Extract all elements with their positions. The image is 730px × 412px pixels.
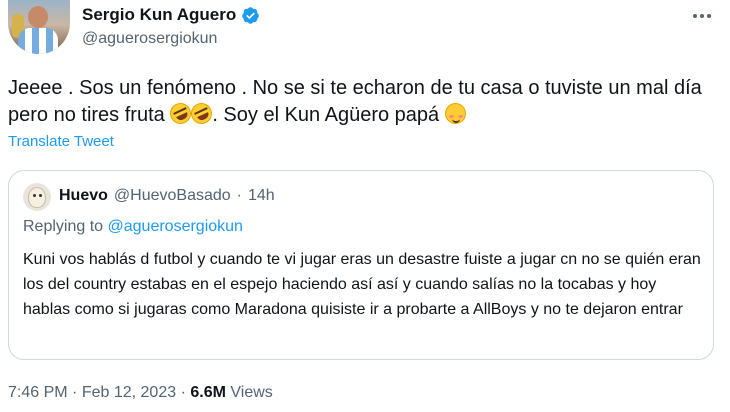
views-label: Views	[230, 384, 273, 401]
quoted-handle[interactable]: @HuevoBasado	[114, 187, 231, 205]
quoted-header: Huevo @HuevoBasado · 14h	[59, 187, 275, 205]
quoted-tweet-card[interactable]: Huevo @HuevoBasado · 14h Replying to @ag…	[8, 170, 714, 360]
tweet-text-part2: . Soy el Kun Agüero papá	[212, 104, 445, 126]
more-options-icon[interactable]	[688, 6, 716, 26]
tweet-footer: 7:46 PM · Feb 12, 2023 · 6.6M Views	[8, 384, 273, 402]
quoted-author-avatar[interactable]	[23, 183, 51, 211]
tweet-date[interactable]: Feb 12, 2023	[82, 384, 176, 401]
avatar-eye	[39, 194, 42, 197]
tweet-time[interactable]: 7:46 PM	[8, 384, 68, 401]
replying-to-line: Replying to @aguerosergiokun	[23, 218, 243, 236]
smiling-blush-emoji-icon	[444, 103, 466, 124]
egg-avatar-icon	[28, 187, 46, 208]
translate-tweet-link[interactable]: Translate Tweet	[8, 133, 114, 150]
tweet-header: Sergio Kun Aguero @aguerosergiokun	[6, 0, 724, 62]
avatar-shirt	[18, 28, 58, 54]
quoted-tweet-text: Kuni vos hablás d futbol y cuando te vi …	[23, 251, 701, 318]
author-handle[interactable]: @aguerosergiokun	[82, 30, 217, 48]
author-avatar[interactable]	[8, 0, 70, 54]
replying-mention-link[interactable]: @aguerosergiokun	[108, 218, 243, 235]
avatar-face	[28, 6, 48, 28]
views-count: 6.6M	[190, 384, 226, 401]
verified-badge-icon	[242, 6, 260, 24]
quoted-time[interactable]: 14h	[248, 187, 275, 205]
avatar-eye	[33, 194, 36, 197]
footer-separator: ·	[72, 384, 78, 401]
author-name-row: Sergio Kun Aguero	[82, 5, 260, 25]
quoted-separator: ·	[236, 187, 242, 204]
quoted-display-name[interactable]: Huevo	[59, 187, 108, 205]
replying-prefix: Replying to	[23, 218, 108, 235]
tweet-text: Jeeee . Sos un fenómeno . No se si te ec…	[8, 75, 724, 129]
author-display-name[interactable]: Sergio Kun Aguero	[82, 5, 236, 25]
footer-separator: ·	[180, 384, 186, 401]
